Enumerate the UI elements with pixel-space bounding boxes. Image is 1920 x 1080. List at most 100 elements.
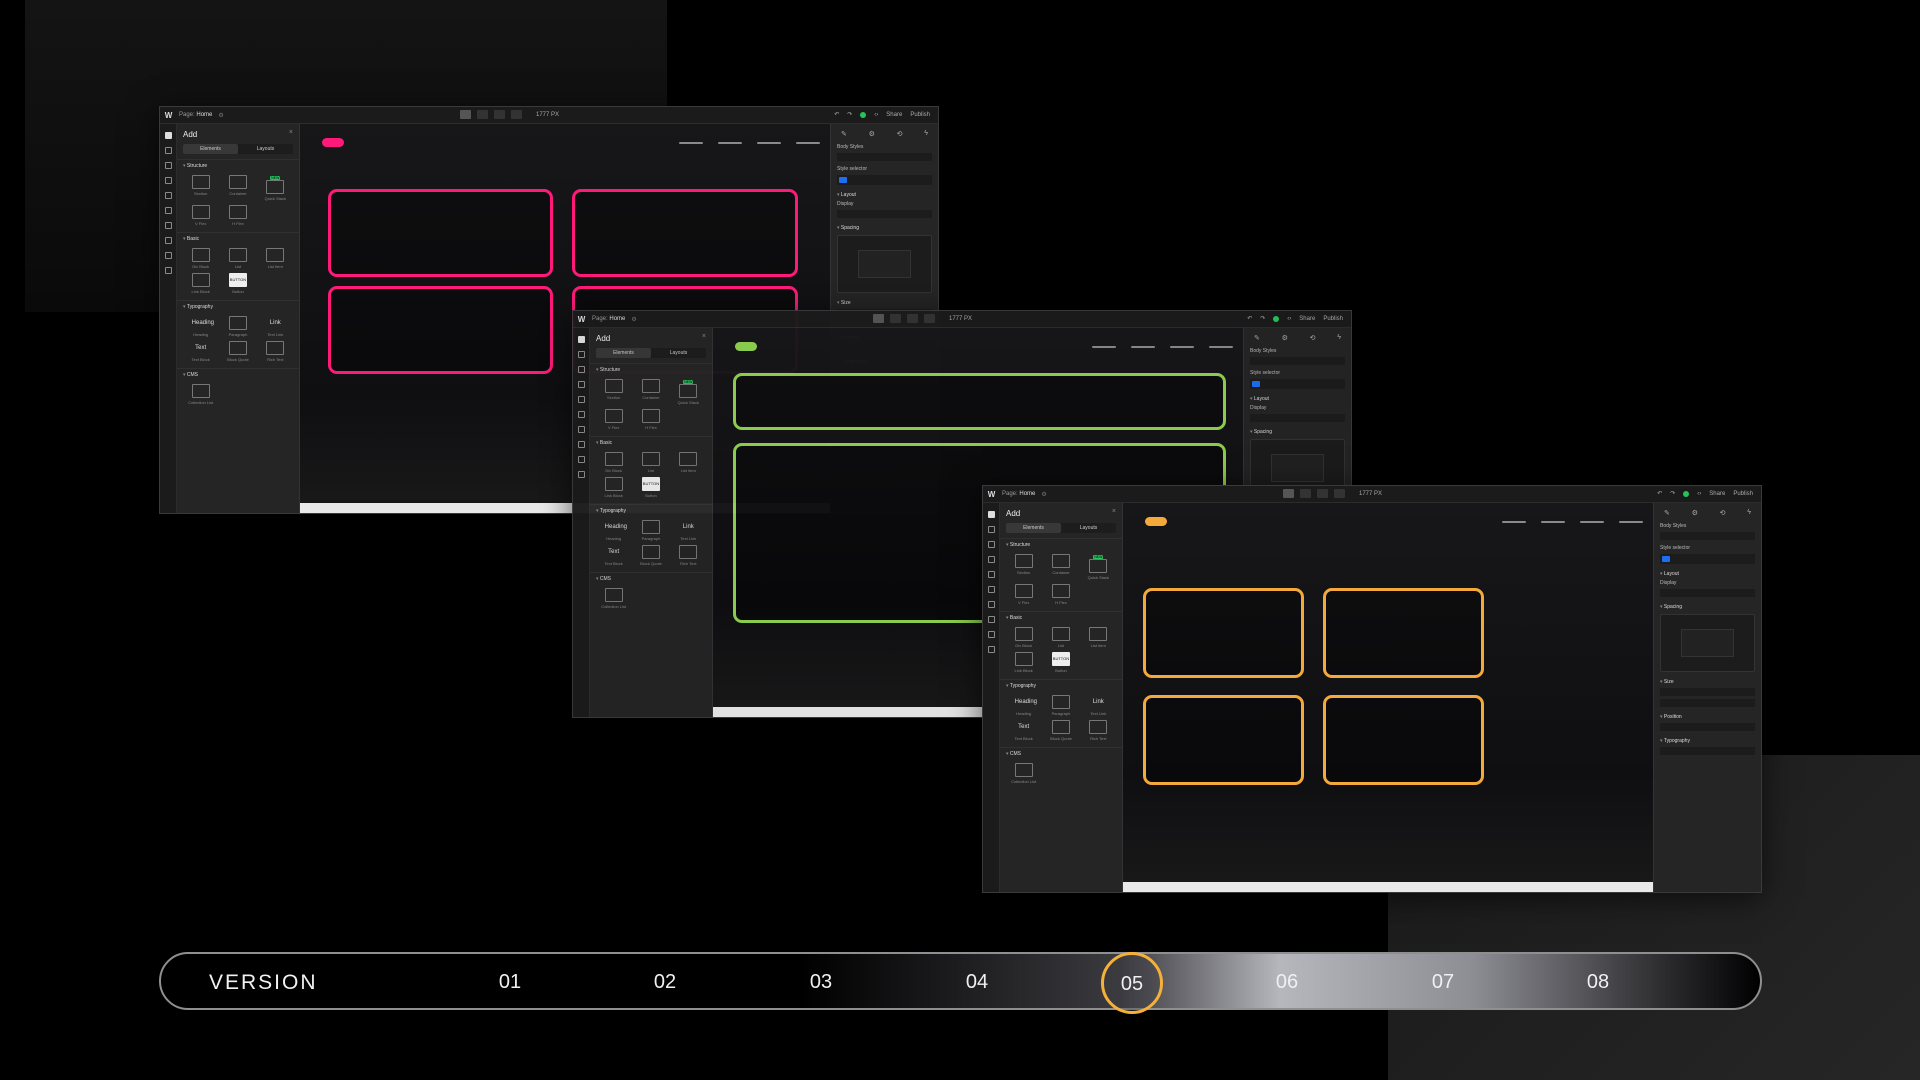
element-button[interactable]: BUTTON Button [633,477,668,498]
element-list-item[interactable]: List Item [671,452,706,473]
element-list[interactable]: List [1043,627,1078,648]
size-inputs[interactable] [1660,699,1755,707]
components-icon[interactable] [164,177,172,184]
tab-layouts[interactable]: Layouts [1061,523,1116,533]
nav-link[interactable] [1209,346,1233,348]
tablet-breakpoint-icon[interactable] [494,110,505,119]
version-06[interactable]: 06 [1257,971,1317,994]
version-01[interactable]: 01 [480,971,540,994]
style-selector-input[interactable] [1250,379,1345,389]
section-structure[interactable]: Structure [1000,538,1122,551]
pages-icon[interactable] [577,351,585,358]
close-icon[interactable]: × [1112,508,1116,515]
display-options[interactable] [1660,589,1755,597]
section-cms[interactable]: CMS [1000,747,1122,760]
mobile-breakpoint-icon[interactable] [1334,489,1345,498]
element-text-link[interactable]: Link Text Link [258,316,293,337]
code-icon[interactable]: ‹› [874,112,878,118]
tab-elements[interactable]: Elements [1006,523,1061,533]
undo-icon[interactable]: ↶ [834,111,839,118]
nav-link[interactable] [679,142,703,144]
element-v-flex[interactable]: V Flex [596,409,631,430]
bolt-icon[interactable]: ϟ [1337,334,1341,342]
bolt-icon[interactable]: ϟ [1747,509,1751,517]
settings-icon[interactable]: ⚙ [631,316,636,323]
comment-field[interactable] [837,153,932,161]
element-rich-text[interactable]: Rich Text [1081,720,1116,741]
nav-link[interactable] [757,142,781,144]
code-icon[interactable]: ‹› [1287,316,1291,322]
tab-layouts[interactable]: Layouts [238,144,293,154]
interactions-icon[interactable]: ⟲ [897,130,903,138]
spacing-section[interactable]: Spacing [837,225,932,231]
nav-link[interactable] [1502,521,1526,523]
element-heading[interactable]: Heading Heading [596,520,631,541]
position-section[interactable]: Position [1660,714,1755,720]
apps-icon[interactable] [577,456,585,463]
navigator-icon[interactable] [987,541,995,548]
gear-icon[interactable]: ⚙ [1692,509,1698,517]
layout-block[interactable] [1323,588,1484,678]
tab-layouts[interactable]: Layouts [651,348,706,358]
element-rich-text[interactable]: Rich Text [258,341,293,362]
brush-icon[interactable]: ✎ [841,130,847,138]
layout-block[interactable] [733,373,1226,430]
comment-field[interactable] [1660,532,1755,540]
version-03[interactable]: 03 [791,971,851,994]
element-list[interactable]: List [220,248,255,269]
element-div-block[interactable]: Div Block [596,452,631,473]
nav-link[interactable] [1092,346,1116,348]
assets-icon[interactable] [164,207,172,214]
element-text-link[interactable]: Link Text Link [671,520,706,541]
section-typography[interactable]: Typography [1000,679,1122,692]
ecommerce-icon[interactable] [577,441,585,448]
components-icon[interactable] [577,381,585,388]
webflow-logo[interactable]: W [160,111,177,120]
display-options[interactable] [1250,414,1345,422]
users-icon[interactable] [164,222,172,229]
laptop-breakpoint-icon[interactable] [890,314,901,323]
section-structure[interactable]: Structure [177,159,299,172]
interactions-icon[interactable]: ⟲ [1310,334,1316,342]
tab-elements[interactable]: Elements [183,144,238,154]
nav-link[interactable] [1619,521,1643,523]
element-container[interactable]: Container [633,379,668,405]
layout-block[interactable] [1143,588,1304,678]
version-07[interactable]: 07 [1413,971,1473,994]
navigator-icon[interactable] [577,366,585,373]
position-select[interactable] [1660,723,1755,731]
laptop-breakpoint-icon[interactable] [477,110,488,119]
layout-block[interactable] [328,189,553,277]
publish-button[interactable]: Publish [910,112,930,118]
element-collection-list[interactable]: Collection List [183,384,218,405]
navigator-icon[interactable] [164,162,172,169]
element-paragraph[interactable]: Paragraph [633,520,668,541]
apps-icon[interactable] [987,631,995,638]
settings-icon[interactable] [987,646,995,653]
layout-section[interactable]: Layout [837,192,932,198]
interactions-icon[interactable]: ⟲ [1720,509,1726,517]
cms-icon[interactable] [577,396,585,403]
tablet-breakpoint-icon[interactable] [907,314,918,323]
element-quick-stack[interactable]: NEW Quick Stack [258,175,293,201]
page-selector[interactable]: Page: Home [592,316,625,322]
element-container[interactable]: Container [220,175,255,201]
redo-icon[interactable]: ↷ [1260,315,1265,322]
mobile-breakpoint-icon[interactable] [924,314,935,323]
section-typography[interactable]: Typography [177,300,299,313]
desktop-breakpoint-icon[interactable] [873,314,884,323]
font-select[interactable] [1660,747,1755,755]
element-section[interactable]: Section [183,175,218,201]
typography-section[interactable]: Typography [1660,738,1755,744]
components-icon[interactable] [987,556,995,563]
section-cms[interactable]: CMS [590,572,712,585]
element-paragraph[interactable]: Paragraph [1043,695,1078,716]
element-h-flex[interactable]: H Flex [1043,584,1078,605]
publish-button[interactable]: Publish [1733,491,1753,497]
layout-section[interactable]: Layout [1250,396,1345,402]
add-icon[interactable] [987,511,995,518]
version-04[interactable]: 04 [947,971,1007,994]
section-basic[interactable]: Basic [590,436,712,449]
element-text-block[interactable]: Text Text Block [183,341,218,362]
element-rich-text[interactable]: Rich Text [671,545,706,566]
